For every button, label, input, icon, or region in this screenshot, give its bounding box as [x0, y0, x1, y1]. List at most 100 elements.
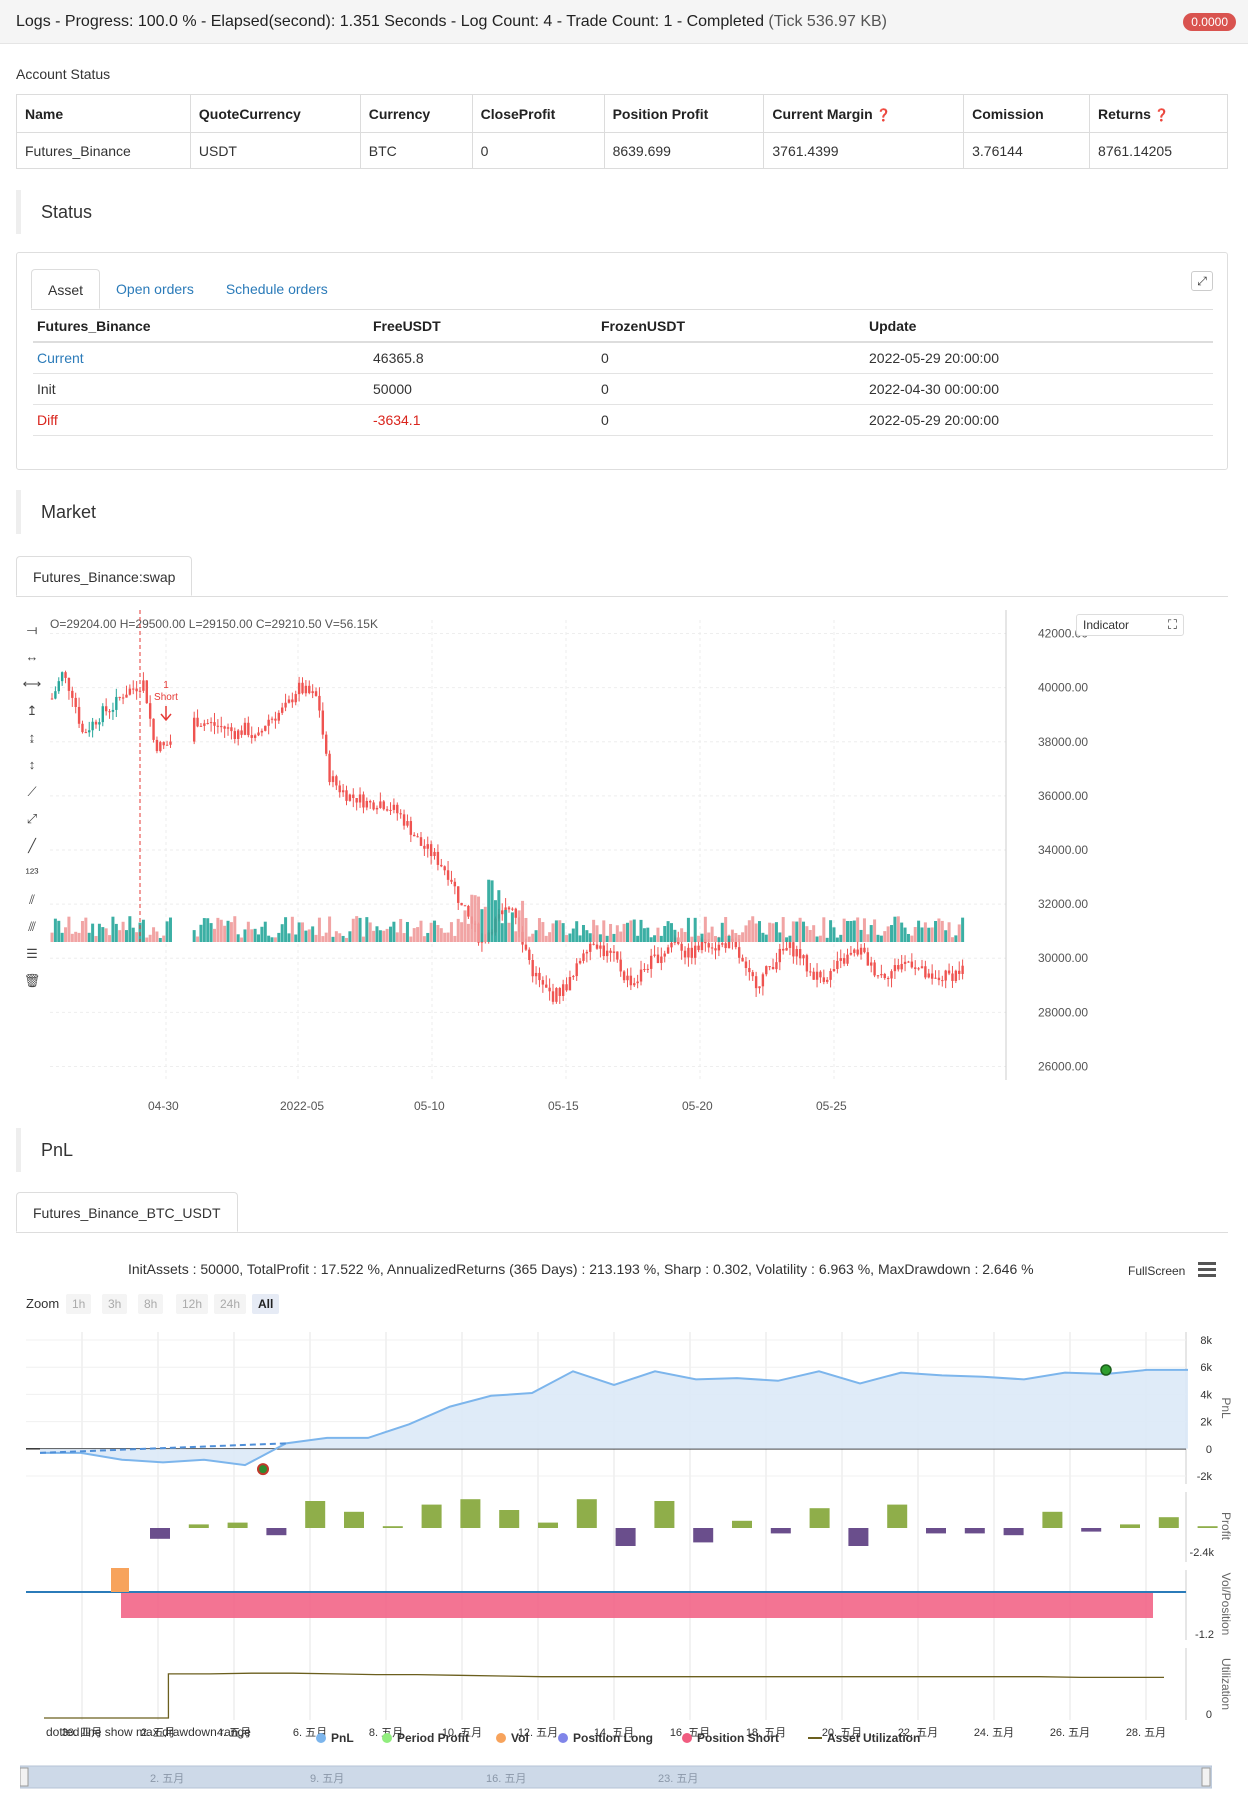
profit-bar [150, 1528, 170, 1539]
candle-body [223, 726, 226, 729]
zoom-1h[interactable]: 1h [66, 1294, 92, 1314]
horizontal-line-icon[interactable]: ↔ [22, 647, 42, 667]
vertical-line-icon[interactable]: ↕ [22, 755, 42, 775]
volume-bar [609, 923, 613, 942]
volume-bar [554, 920, 558, 942]
legend-item[interactable]: Position Long [558, 1731, 653, 1745]
legend-label: Asset Utilization [827, 1731, 921, 1745]
candle-body [345, 790, 348, 801]
candle-body [243, 722, 247, 735]
panel-title: Utilization [1219, 1658, 1233, 1710]
menu-icon[interactable] [1198, 1262, 1216, 1278]
log-title: Logs - Progress: 100.0 % - Elapsed(secon… [16, 13, 887, 31]
volume-bar [615, 925, 619, 942]
pnl-chart[interactable]: PnL Profit Vol/Position Utilization 8k 6k 4k 2k… [0, 1320, 1248, 1760]
vertical-ray-icon[interactable]: ↥ [22, 701, 42, 721]
trend-line-icon[interactable]: ╱ [22, 836, 42, 856]
market-heading: Market [16, 490, 1228, 534]
volume-bar [703, 916, 707, 942]
volume-bar [734, 933, 738, 942]
volume-bar [791, 921, 795, 942]
vertical-segment-icon[interactable]: ↨ [22, 728, 42, 748]
candle-body [944, 970, 947, 981]
expand-icon[interactable]: ⤢ [1191, 271, 1213, 291]
zoom-24h[interactable]: 24h [214, 1294, 247, 1314]
volume-bar [595, 925, 599, 942]
candle-body [666, 947, 670, 954]
tab-open-orders[interactable]: Open orders [100, 269, 210, 309]
legend-item[interactable]: PnL [316, 1731, 354, 1745]
candle-body [220, 726, 223, 728]
zoom-3h[interactable]: 3h [102, 1294, 128, 1314]
volume-bar [758, 921, 762, 942]
profit-bar [1197, 1526, 1218, 1528]
ray-icon[interactable]: ⟋ [22, 782, 42, 802]
horizontal-ray-icon[interactable]: ⟞ [22, 620, 42, 640]
tab-futures-binance-swap[interactable]: Futures_Binance:swap [16, 556, 193, 596]
tab-asset[interactable]: Asset [31, 269, 101, 309]
volume-bar [453, 935, 457, 942]
zoom-12h[interactable]: 12h [176, 1294, 209, 1314]
status-panel: Asset Open orders Schedule orders ⤢ Future… [16, 252, 1228, 470]
asset-cell: 2022-04-30 00:00:00 [865, 373, 1213, 405]
legend-item[interactable]: Position Short [682, 1731, 779, 1745]
volume-bar [270, 937, 274, 942]
fib-retracement-icon[interactable]: ☰ [22, 944, 42, 964]
y-tick-label: 6k [1200, 1362, 1212, 1374]
help-icon[interactable]: ❓ [873, 108, 891, 122]
tab-futures-binance-btc-usdt[interactable]: Futures_Binance_BTC_USDT [16, 1192, 238, 1232]
volume-bar [135, 932, 139, 942]
candle-body [369, 800, 372, 803]
volume-bar [605, 935, 609, 942]
trash-icon[interactable]: 🗑 [22, 971, 42, 991]
candle-body [453, 881, 457, 887]
extended-line-icon[interactable]: ⤢ [22, 809, 42, 829]
chart-fullscreen-icon[interactable]: ⛶ [1168, 617, 1177, 633]
y-tick-label: 28000.00 [1038, 1005, 1088, 1019]
volume-bar [429, 922, 433, 942]
volume-bar [334, 931, 338, 942]
profit-bar [1158, 1517, 1179, 1528]
tab-schedule-orders[interactable]: Schedule orders [210, 269, 344, 309]
candle-body [216, 725, 220, 727]
parallel-channel-icon[interactable]: ⫽ [22, 890, 42, 910]
volume-bar [849, 920, 853, 942]
candle-body [893, 965, 897, 972]
candle-body [572, 976, 575, 978]
horizontal-segment-icon[interactable]: ⟷ [22, 674, 42, 694]
fullscreen-button[interactable]: FullScreen [1128, 1264, 1185, 1278]
candle-body [501, 910, 504, 915]
legend-item[interactable]: Asset Utilization [808, 1731, 920, 1745]
candle-body [101, 706, 104, 723]
candle-body [457, 886, 460, 903]
legend-item[interactable]: Period Profit [382, 1731, 469, 1745]
candlestick-chart[interactable]: O=29204.00 H=29500.00 L=29150.00 C=29210… [46, 610, 1228, 1120]
legend-item[interactable]: Vol [496, 1731, 529, 1745]
candle-body [270, 718, 274, 720]
volume-bar [551, 923, 555, 942]
candle-body [602, 945, 605, 957]
candle-body [192, 717, 196, 742]
candle-body [866, 952, 870, 966]
fib-channel-icon[interactable]: ⫻ [22, 917, 42, 937]
zoom-All[interactable]: All [252, 1294, 280, 1314]
candle-body [460, 902, 463, 906]
indicator-button[interactable]: Indicator [1083, 618, 1129, 632]
volume-bar [375, 926, 379, 942]
account-cell-6: 3.76144 [963, 132, 1091, 169]
candle-body [629, 975, 633, 986]
candle-body [429, 844, 433, 856]
profit-bar [344, 1511, 364, 1528]
candle-body [849, 952, 853, 955]
volume-bar [632, 919, 636, 942]
candle-body [328, 753, 331, 783]
price-label-icon[interactable]: ¹²³ [22, 863, 42, 883]
navigator-scrollbar[interactable]: 2. 五月 9. 五月 16. 五月 23. 五月 [20, 1764, 1212, 1792]
candle-body [643, 969, 646, 971]
candle-body [318, 695, 321, 711]
candle-body [765, 966, 768, 975]
volume-bar [338, 933, 342, 942]
volume-bar [680, 928, 684, 942]
zoom-8h[interactable]: 8h [138, 1294, 164, 1314]
help-icon[interactable]: ❓ [1151, 108, 1169, 122]
